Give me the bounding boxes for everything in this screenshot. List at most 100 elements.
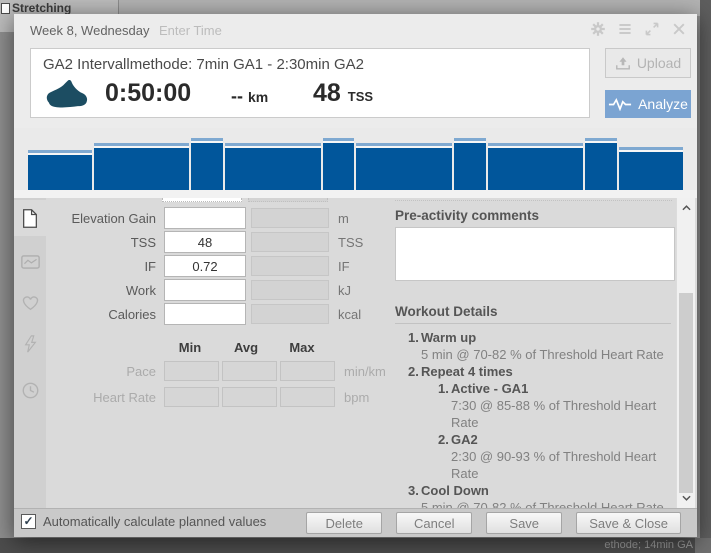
planned-tss: 48 TSS [313, 79, 373, 108]
form-row-if: IF IF [14, 254, 350, 278]
waveform-icon [608, 98, 632, 111]
stat-value-input [222, 361, 277, 381]
workout-step-detail: 2:30 @ 90-93 % of Threshold Heart Rate [395, 448, 673, 482]
running-shoe-icon [45, 80, 89, 112]
chart-bar-ga2[interactable] [454, 138, 486, 190]
scrollbar[interactable] [676, 198, 695, 508]
stats-headers: MinAvgMax [162, 340, 330, 355]
workout-step-title: 2.GA2 [395, 431, 673, 448]
unit-label: TSS [338, 235, 363, 250]
auto-calc-checkbox[interactable]: ✓ [21, 514, 36, 529]
menu-icon[interactable] [617, 21, 633, 37]
background-checkbox [1, 3, 10, 14]
chart-bar-warm-up[interactable] [28, 150, 92, 190]
field-label: Pace [14, 364, 164, 379]
background-corner-block [695, 538, 711, 553]
chart-bar-ga2[interactable] [323, 138, 355, 190]
workout-step-title: 1.Warm up [395, 329, 673, 346]
auto-calc-checkbox-row[interactable]: ✓ Automatically calculate planned values [21, 514, 266, 529]
field-label: Calories [14, 307, 164, 322]
analyze-button[interactable]: Analyze [605, 90, 691, 118]
unit-label: IF [338, 259, 350, 274]
workout-step-detail: 5 min @ 70-82 % of Threshold Heart Rate [395, 499, 673, 508]
enter-time-link[interactable]: Enter Time [159, 23, 222, 38]
scroll-down-arrow[interactable] [677, 490, 695, 506]
workout-step-detail: 5 min @ 70-82 % of Threshold Heart Rate [395, 346, 673, 363]
analyze-label: Analyze [638, 96, 688, 112]
unit-label: bpm [344, 390, 369, 405]
workout-editor-modal: Week 8, Wednesday Enter Time [14, 14, 697, 537]
completed-value-input [251, 256, 329, 276]
save-close-button[interactable]: Save & Close [576, 512, 681, 534]
scrollbar-thumb[interactable] [679, 293, 693, 493]
chart-bar-ga1[interactable] [488, 143, 584, 190]
planned-distance: -- km [231, 86, 268, 107]
chart-bar-ga1[interactable] [356, 143, 452, 190]
completed-value-input [251, 280, 329, 300]
planned-duration: 0:50:00 [105, 79, 191, 108]
chart-bars [28, 128, 683, 190]
chart-bar-ga2[interactable] [191, 138, 223, 190]
chart-bar-cool-down[interactable] [619, 147, 683, 190]
workout-step-title: 3.Cool Down [395, 482, 673, 499]
completed-value-input [251, 304, 329, 324]
stat-value-input [222, 387, 277, 407]
stat-value-input [280, 387, 335, 407]
save-button[interactable]: Save [486, 512, 562, 534]
upload-label: Upload [637, 55, 681, 71]
expand-icon[interactable] [644, 21, 660, 37]
close-icon[interactable] [671, 21, 687, 37]
background-truncated-text: ethode; 14min GA [604, 539, 693, 551]
stats-header-min: Min [162, 340, 218, 355]
field-label: TSS [14, 235, 164, 250]
gear-icon[interactable] [590, 21, 606, 37]
auto-calc-label: Automatically calculate planned values [43, 514, 266, 529]
workout-metrics: 0:50:00 -- km 48 TSS [31, 77, 589, 117]
modal-scroll-content: Elevation Gain m TSS TSS IF IF Work kJ Calories k… [14, 198, 697, 508]
upload-button[interactable]: Upload [605, 48, 691, 78]
planned-value-input[interactable] [164, 207, 246, 229]
workout-step-title: 1.Active - GA1 [395, 380, 673, 397]
unit-label: kcal [338, 307, 361, 322]
workout-details-list: 1.Warm up5 min @ 70-82 % of Threshold He… [395, 329, 673, 508]
stat-value-input [280, 361, 335, 381]
field-label: Heart Rate [14, 390, 164, 405]
stats-row-pace: Pacemin/km [14, 358, 386, 384]
form-row-elevation-gain: Elevation Gain m [14, 206, 349, 230]
chart-bar-ga2[interactable] [585, 138, 617, 190]
field-label: IF [14, 259, 164, 274]
modal-footer: ✓ Automatically calculate planned values… [14, 508, 697, 537]
tab-power[interactable] [14, 326, 46, 362]
stats-header-max: Max [274, 340, 330, 355]
completed-value-input [251, 232, 329, 252]
scroll-up-arrow[interactable] [677, 200, 695, 216]
workout-details-divider [395, 323, 671, 324]
cancel-button[interactable]: Cancel [396, 512, 472, 534]
form-row-tss: TSS TSS [14, 230, 363, 254]
planned-value-input[interactable] [164, 255, 246, 277]
stat-value-input [164, 387, 219, 407]
footer-buttons: Delete Cancel Save Save & Close [306, 512, 681, 534]
workout-profile-chart[interactable] [14, 128, 697, 190]
cutoff-input-completed [248, 198, 328, 202]
unit-label: m [338, 211, 349, 226]
modal-header: Week 8, Wednesday Enter Time [14, 14, 697, 46]
background-workout-label: Stretching [12, 1, 71, 15]
delete-button[interactable]: Delete [306, 512, 382, 534]
form-row-work: Work kJ [14, 278, 351, 302]
form-row-calories: Calories kcal [14, 302, 361, 326]
background-bottom-strip: ethode; 14min GA [0, 538, 711, 553]
pre-activity-comments-input[interactable] [395, 227, 675, 281]
chart-bar-ga1[interactable] [94, 143, 190, 190]
chart-bar-ga1[interactable] [225, 143, 321, 190]
planned-value-input[interactable] [164, 279, 246, 301]
field-label: Elevation Gain [14, 211, 164, 226]
cutoff-divider [395, 200, 672, 201]
pre-activity-comments-heading: Pre-activity comments [395, 208, 539, 223]
planned-value-input[interactable] [164, 231, 246, 253]
lightning-icon [24, 335, 37, 353]
planned-value-input[interactable] [164, 303, 246, 325]
background-right-strip [700, 0, 711, 553]
unit-label: kJ [338, 283, 351, 298]
field-label: Work [14, 283, 164, 298]
